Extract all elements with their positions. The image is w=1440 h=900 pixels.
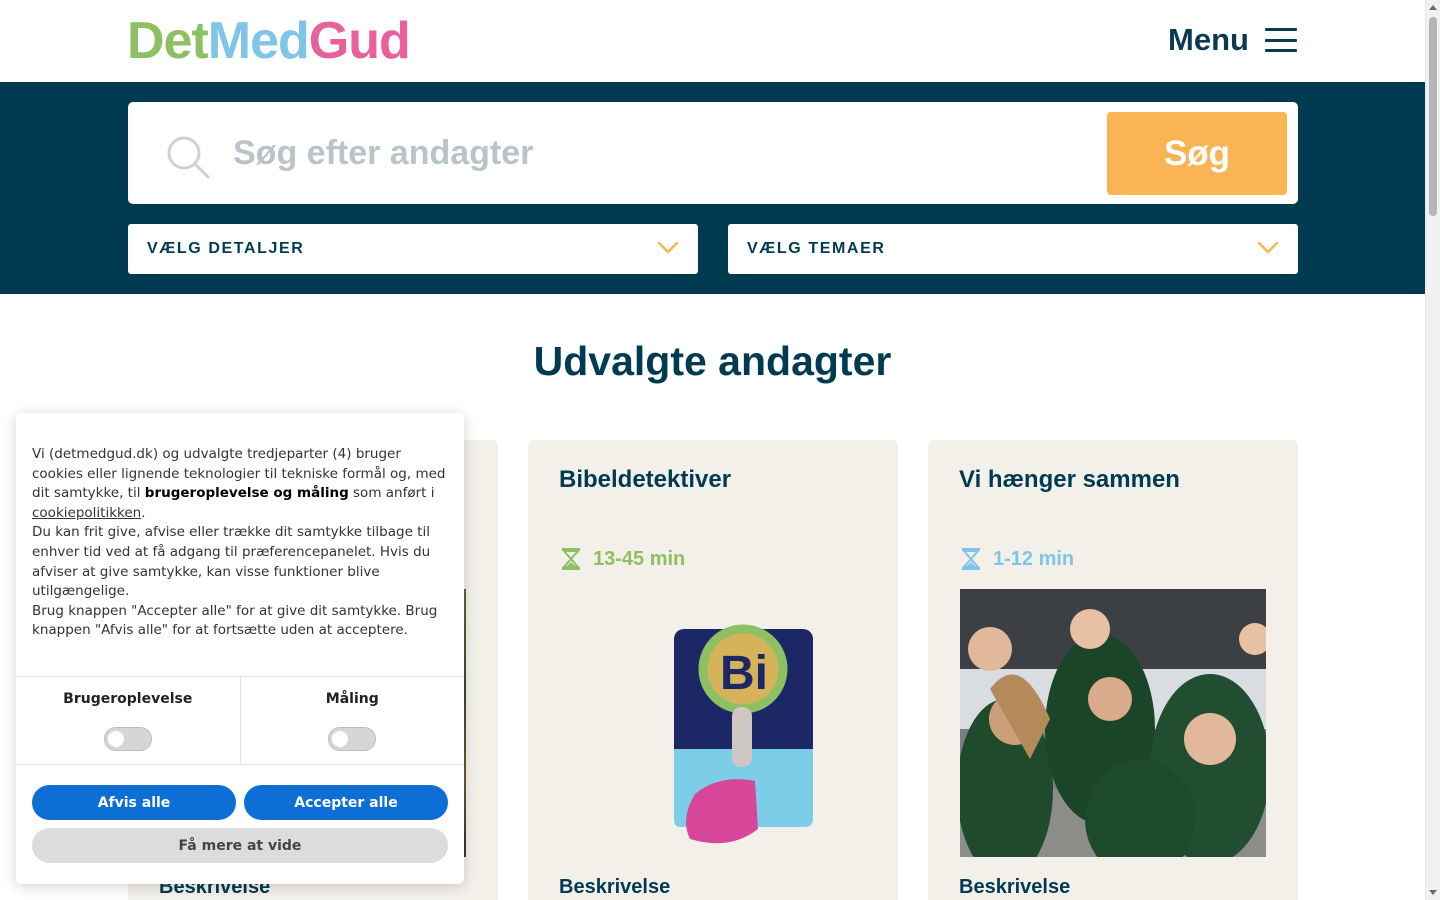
svg-text:Bi: Bi xyxy=(720,647,768,700)
menu-label: Menu xyxy=(1168,22,1249,57)
devotion-card-bibeldetektiver[interactable]: Bibeldetektiver 13-45 min Bi Beskrivelse xyxy=(528,440,898,900)
search-icon xyxy=(167,136,210,179)
cookie-consent-banner: Vi (detmedgud.dk) og udvalgte tredjepart… xyxy=(16,413,464,884)
site-header: DetMedGud Menu xyxy=(0,0,1425,82)
scroll-up-arrow-icon[interactable] xyxy=(1429,5,1437,10)
logo-part-gud: Gud xyxy=(308,12,411,70)
chevron-down-icon xyxy=(658,242,678,254)
featured-title: Udvalgte andagter xyxy=(533,338,892,384)
search-section: Søg VÆLG DETALJER VÆLG TEMAER xyxy=(0,82,1425,294)
select-themes-label: VÆLG TEMAER xyxy=(747,240,886,257)
select-themes[interactable]: VÆLG TEMAER xyxy=(728,224,1298,274)
toggle-experience-label: Brugeroplevelse xyxy=(63,691,193,707)
card-title: Bibeldetektiver xyxy=(559,466,732,493)
logo-part-det: Det xyxy=(127,12,209,70)
card-duration: 1-12 min xyxy=(961,547,1074,571)
accept-all-button[interactable]: Accepter alle xyxy=(244,785,448,820)
card-duration-text: 13-45 min xyxy=(593,547,686,570)
hamburger-icon xyxy=(1264,28,1297,52)
select-details-label: VÆLG DETALJER xyxy=(147,240,305,257)
cookie-text-part: som anført i xyxy=(348,485,435,502)
learn-more-button[interactable]: Få mere at vide xyxy=(32,828,448,863)
chevron-down-icon xyxy=(1258,242,1278,254)
cookie-policy-link[interactable]: cookiepolitikken xyxy=(32,505,141,521)
search-box: Søg xyxy=(128,102,1298,204)
cookie-notice-text: Vi (detmedgud.dk) og udvalgte tredjepart… xyxy=(32,445,452,641)
card-duration-text: 1-12 min xyxy=(993,547,1075,570)
card-title: Vi hænger sammen xyxy=(959,466,1180,493)
card-description-label: Beskrivelse xyxy=(959,876,1071,898)
cookie-toggles: Brugeroplevelse Måling xyxy=(16,676,464,765)
toggle-group-experience: Brugeroplevelse xyxy=(16,677,240,764)
site-logo[interactable]: DetMedGud xyxy=(127,12,411,70)
search-input[interactable] xyxy=(233,126,1093,180)
bibeldetektiver-badge-image: Bi xyxy=(674,624,813,844)
cookie-text-para: Brug knappen "Accepter alle" for at give… xyxy=(32,602,438,639)
search-button[interactable]: Søg xyxy=(1107,112,1287,195)
page-scrollbar[interactable] xyxy=(1425,0,1440,900)
devotion-card-vi-haenger-sammen[interactable]: Vi hænger sammen 1-12 min Beskrivelse xyxy=(928,440,1298,900)
hourglass-icon xyxy=(961,548,981,570)
cookie-text-part: . xyxy=(141,504,146,521)
toggle-measurement-switch[interactable] xyxy=(328,727,377,751)
cookie-text-bold: brugeroplevelse og måling xyxy=(144,485,349,502)
logo-part-med: Med xyxy=(207,12,310,70)
card-duration: 13-45 min xyxy=(561,547,685,571)
deny-all-button[interactable]: Afvis alle xyxy=(32,785,236,820)
menu-button[interactable]: Menu xyxy=(1168,22,1297,58)
cookie-text-para: Du kan frit give, afvise eller trække di… xyxy=(32,524,431,600)
card-description-label: Beskrivelse xyxy=(559,876,671,898)
select-details[interactable]: VÆLG DETALJER xyxy=(128,224,698,274)
scroll-thumb[interactable] xyxy=(1429,17,1437,216)
scouts-photo xyxy=(960,589,1266,857)
scroll-down-arrow-icon[interactable] xyxy=(1429,890,1437,895)
toggle-group-measurement: Måling xyxy=(239,677,465,764)
toggle-experience-switch[interactable] xyxy=(103,727,152,751)
hourglass-icon xyxy=(561,548,581,570)
toggle-measurement-label: Måling xyxy=(325,691,379,707)
